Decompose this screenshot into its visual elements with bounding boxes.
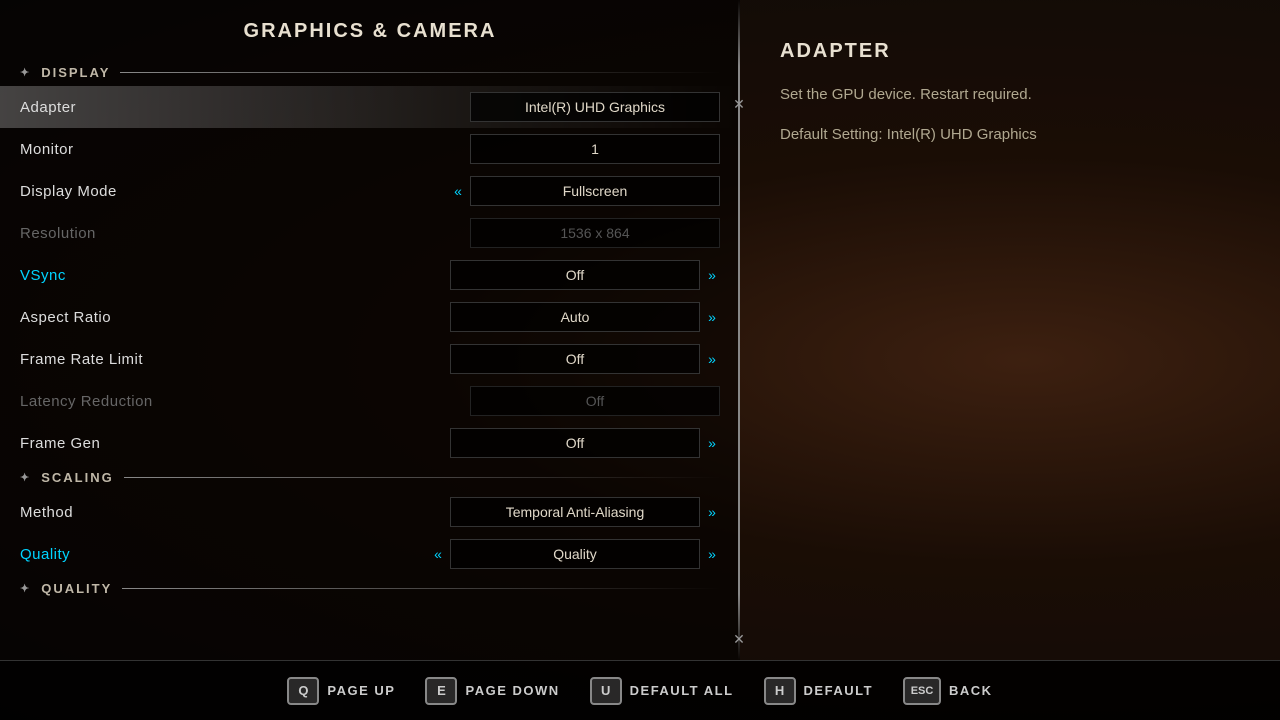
quality-arrow-right[interactable]: » <box>704 546 720 562</box>
setting-row-resolution: Resolution 1536 x 864 <box>0 212 740 254</box>
setting-row-display-mode[interactable]: Display Mode « Fullscreen <box>0 170 740 212</box>
frame-rate-limit-value: Off <box>450 344 700 374</box>
frame-rate-limit-control: Off » <box>450 344 720 374</box>
setting-row-monitor[interactable]: Monitor 1 <box>0 128 740 170</box>
section-scaling: ✦ SCALING <box>0 464 740 491</box>
adapter-control: Intel(R) UHD Graphics <box>470 92 720 122</box>
method-control: Temporal Anti-Aliasing » <box>450 497 720 527</box>
quality-label: Quality <box>20 546 420 563</box>
back-label: BACK <box>949 683 993 698</box>
right-panel-default: Default Setting: Intel(R) UHD Graphics <box>780 123 1240 147</box>
quality-control: « Quality » <box>430 539 720 569</box>
page-up-key-icon: Q <box>287 677 319 705</box>
star-icon: ✦ <box>20 66 31 79</box>
page-down-label: PAGE DOWN <box>465 683 559 698</box>
quality-value: Quality <box>450 539 700 569</box>
frame-rate-limit-arrow-right[interactable]: » <box>704 351 720 367</box>
page-up-button[interactable]: Q PAGE UP <box>287 677 395 705</box>
setting-row-aspect-ratio[interactable]: Aspect Ratio Auto » <box>0 296 740 338</box>
section-quality-label: QUALITY <box>41 581 112 596</box>
vsync-arrow-right[interactable]: » <box>704 267 720 283</box>
method-label: Method <box>20 504 420 521</box>
right-panel-title: ADAPTER <box>780 40 1240 63</box>
frame-gen-control: Off » <box>450 428 720 458</box>
method-arrow-right[interactable]: » <box>704 504 720 520</box>
aspect-ratio-control: Auto » <box>450 302 720 332</box>
left-panel: GRAPHICS & CAMERA ✦ DISPLAY Adapter Inte… <box>0 0 740 660</box>
method-value: Temporal Anti-Aliasing <box>450 497 700 527</box>
frame-gen-arrow-right[interactable]: » <box>704 435 720 451</box>
default-key-icon: H <box>764 677 796 705</box>
latency-reduction-value: Off <box>470 386 720 416</box>
default-label: DEFAULT <box>804 683 873 698</box>
setting-row-frame-rate-limit[interactable]: Frame Rate Limit Off » <box>0 338 740 380</box>
back-key-icon: ESC <box>903 677 941 705</box>
adapter-value: Intel(R) UHD Graphics <box>470 92 720 122</box>
setting-row-frame-gen[interactable]: Frame Gen Off » <box>0 422 740 464</box>
right-panel: ADAPTER Set the GPU device. Restart requ… <box>760 20 1260 167</box>
section-quality: ✦ QUALITY <box>0 575 740 602</box>
setting-row-method[interactable]: Method Temporal Anti-Aliasing » <box>0 491 740 533</box>
aspect-ratio-arrow-right[interactable]: » <box>704 309 720 325</box>
display-mode-arrow-left[interactable]: « <box>450 183 466 199</box>
vsync-value: Off <box>450 260 700 290</box>
quality-arrow-left[interactable]: « <box>430 546 446 562</box>
setting-row-quality[interactable]: Quality « Quality » <box>0 533 740 575</box>
default-all-label: DEFAULT ALL <box>630 683 734 698</box>
monitor-value: 1 <box>470 134 720 164</box>
monitor-label: Monitor <box>20 141 420 158</box>
frame-gen-label: Frame Gen <box>20 435 420 452</box>
page-down-key-icon: E <box>425 677 457 705</box>
page-down-button[interactable]: E PAGE DOWN <box>425 677 559 705</box>
vsync-control: Off » <box>450 260 720 290</box>
monitor-control: 1 <box>470 134 720 164</box>
back-button[interactable]: ESC BACK <box>903 677 993 705</box>
setting-row-vsync[interactable]: VSync Off » <box>0 254 740 296</box>
display-mode-value: Fullscreen <box>470 176 720 206</box>
display-mode-label: Display Mode <box>20 183 420 200</box>
resolution-value: 1536 x 864 <box>470 218 720 248</box>
cross-bottom-icon: ✕ <box>730 630 748 648</box>
section-display: ✦ DISPLAY <box>0 59 740 86</box>
section-display-label: DISPLAY <box>41 65 110 80</box>
display-mode-control: « Fullscreen <box>450 176 720 206</box>
setting-row-latency-reduction: Latency Reduction Off <box>0 380 740 422</box>
setting-row-adapter[interactable]: Adapter Intel(R) UHD Graphics <box>0 86 740 128</box>
frame-rate-limit-label: Frame Rate Limit <box>20 351 420 368</box>
right-panel-default-label: Default Setting: <box>780 126 883 143</box>
default-all-key-icon: U <box>590 677 622 705</box>
resolution-label: Resolution <box>20 225 420 242</box>
section-scaling-label: SCALING <box>41 470 114 485</box>
aspect-ratio-label: Aspect Ratio <box>20 309 420 326</box>
right-panel-description: Set the GPU device. Restart required. <box>780 83 1240 107</box>
frame-gen-value: Off <box>450 428 700 458</box>
star-icon-2: ✦ <box>20 471 31 484</box>
star-icon-3: ✦ <box>20 582 31 595</box>
latency-reduction-control: Off <box>470 386 720 416</box>
panel-title: GRAPHICS & CAMERA <box>0 20 740 43</box>
vsync-label: VSync <box>20 267 420 284</box>
resolution-control: 1536 x 864 <box>470 218 720 248</box>
default-all-button[interactable]: U DEFAULT ALL <box>590 677 734 705</box>
latency-reduction-label: Latency Reduction <box>20 393 420 410</box>
cross-top-icon: ✕ <box>730 95 748 113</box>
right-panel-default-value: Intel(R) UHD Graphics <box>887 126 1037 143</box>
page-up-label: PAGE UP <box>327 683 395 698</box>
default-button[interactable]: H DEFAULT <box>764 677 873 705</box>
bottom-bar: Q PAGE UP E PAGE DOWN U DEFAULT ALL H DE… <box>0 660 1280 720</box>
adapter-label: Adapter <box>20 99 420 116</box>
aspect-ratio-value: Auto <box>450 302 700 332</box>
